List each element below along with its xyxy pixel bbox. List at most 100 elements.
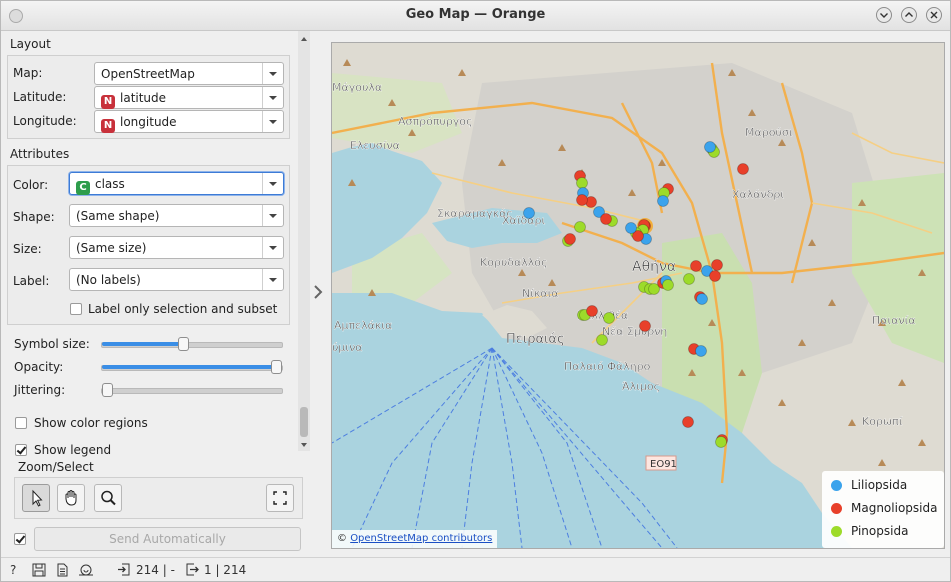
data-point[interactable] xyxy=(682,416,694,428)
save-icon[interactable] xyxy=(32,563,46,577)
place-label: Αθήνα xyxy=(632,259,676,275)
data-point[interactable] xyxy=(657,195,669,207)
pan-tool-button[interactable] xyxy=(57,484,85,512)
size-value: (Same size) xyxy=(76,241,147,255)
data-point[interactable] xyxy=(711,259,723,271)
map-legend: Liliopsida Magnoliopsida Pinopsida xyxy=(822,471,944,548)
show-legend-label: Show legend xyxy=(34,443,112,457)
opacity-label: Opacity: xyxy=(14,360,64,374)
data-point[interactable] xyxy=(683,273,695,285)
place-label: Χαϊδάρι xyxy=(502,214,545,227)
chevron-down-icon xyxy=(262,269,283,290)
jittering-handle[interactable] xyxy=(102,383,113,397)
maximize-button[interactable] xyxy=(901,7,917,23)
send-automatically-checkbox[interactable] xyxy=(14,533,26,545)
road-label: ΕΟ91 xyxy=(650,459,677,470)
reset-zoom-button[interactable] xyxy=(266,484,294,512)
attribution-link[interactable]: OpenStreetMap contributors xyxy=(350,533,492,544)
data-point[interactable] xyxy=(715,436,727,448)
longitude-combo[interactable]: Nlongitude xyxy=(94,110,284,133)
latitude-combo[interactable]: Nlatitude xyxy=(94,86,284,109)
data-point[interactable] xyxy=(564,233,576,245)
opacity-handle[interactable] xyxy=(271,360,282,374)
categorical-variable-icon: C xyxy=(76,181,90,195)
place-label: Άλιμος xyxy=(622,380,660,393)
show-legend-checkbox[interactable] xyxy=(15,444,27,456)
place-label: Παλαιό Φάληρο xyxy=(564,360,651,373)
scrollbar-thumb[interactable] xyxy=(300,407,308,437)
data-point[interactable] xyxy=(704,141,716,153)
label-value: (No labels) xyxy=(76,273,141,287)
data-point[interactable] xyxy=(576,177,588,189)
data-point[interactable] xyxy=(586,305,598,317)
input-icon xyxy=(118,563,130,576)
legend-dot-icon xyxy=(831,503,842,514)
latitude-value: latitude xyxy=(120,91,167,105)
map-combo[interactable]: OpenStreetMap xyxy=(94,62,284,85)
label-only-selection-checkbox[interactable] xyxy=(70,303,82,315)
place-label: Παιανία xyxy=(872,314,916,327)
shape-combo[interactable]: (Same shape) xyxy=(69,204,284,227)
data-point[interactable] xyxy=(576,194,588,206)
send-automatically-button[interactable]: Send Automatically xyxy=(34,527,301,551)
legend-dot-icon xyxy=(831,480,842,491)
attributes-section-title: Attributes xyxy=(10,147,70,161)
fit-view-icon xyxy=(273,491,287,505)
place-label: Νίκαια xyxy=(522,287,559,300)
chevron-down-icon xyxy=(262,205,283,226)
data-point[interactable] xyxy=(639,320,651,332)
chevron-down-icon xyxy=(262,237,283,258)
output-count: 1 | 214 xyxy=(204,563,247,577)
data-point[interactable] xyxy=(696,293,708,305)
color-combo[interactable]: Cclass xyxy=(69,172,284,195)
status-bar: ? 214 | - 1 | 214 xyxy=(1,557,950,582)
numeric-variable-icon: N xyxy=(101,119,115,133)
label-combo[interactable]: (No labels) xyxy=(69,268,284,291)
minimize-button[interactable] xyxy=(876,7,892,23)
layout-section-title: Layout xyxy=(10,37,51,51)
select-tool-button[interactable] xyxy=(22,484,50,512)
data-point[interactable] xyxy=(596,334,608,346)
data-point[interactable] xyxy=(662,279,674,291)
opacity-slider[interactable] xyxy=(101,360,283,374)
data-point[interactable] xyxy=(737,163,749,175)
report-icon[interactable] xyxy=(55,563,69,577)
legend-label: Liliopsida xyxy=(851,478,908,492)
place-label: Ελευσίνα xyxy=(350,139,400,152)
place-label: Κορωπί xyxy=(862,415,903,428)
size-combo[interactable]: (Same size) xyxy=(69,236,284,259)
close-button[interactable] xyxy=(926,7,942,23)
legend-label: Magnoliopsida xyxy=(851,501,938,515)
data-point[interactable] xyxy=(625,222,637,234)
label-label: Label: xyxy=(13,274,50,288)
data-point[interactable] xyxy=(709,270,721,282)
zoom-select-title: Zoom/Select xyxy=(18,460,94,474)
zoom-tool-button[interactable] xyxy=(94,484,122,512)
place-label: Κορυδαλλός xyxy=(480,256,547,269)
shape-value: (Same shape) xyxy=(76,209,160,223)
data-point[interactable] xyxy=(523,207,535,219)
numeric-variable-icon: N xyxy=(101,95,115,109)
control-panel-scrollbar[interactable] xyxy=(298,31,310,451)
data-point[interactable] xyxy=(690,260,702,272)
place-label: Μαρούσι xyxy=(745,126,793,139)
chevron-down-icon xyxy=(262,87,283,108)
data-point[interactable] xyxy=(603,312,615,324)
jittering-slider[interactable] xyxy=(101,383,283,397)
collapse-panel-icon[interactable] xyxy=(313,284,323,300)
help-icon[interactable]: ? xyxy=(10,563,16,577)
snail-icon xyxy=(79,564,93,576)
close-icon xyxy=(930,11,938,19)
output-icon xyxy=(186,563,199,576)
label-only-selection-label: Label only selection and subset xyxy=(88,302,278,316)
symbol-size-handle[interactable] xyxy=(178,337,189,351)
place-label: Χαλάνδρι xyxy=(732,188,784,201)
show-color-regions-checkbox[interactable] xyxy=(15,417,27,429)
data-point[interactable] xyxy=(695,345,707,357)
attribution-prefix: © xyxy=(337,533,347,544)
symbol-size-slider[interactable] xyxy=(101,337,283,351)
map-value: OpenStreetMap xyxy=(101,67,195,81)
map-view[interactable]: Ασπρόπυργος Ελευσίνα Σκαραμαγκάς Χαϊδάρι Κορ… xyxy=(331,42,945,549)
data-point[interactable] xyxy=(600,213,612,225)
data-point[interactable] xyxy=(574,221,586,233)
